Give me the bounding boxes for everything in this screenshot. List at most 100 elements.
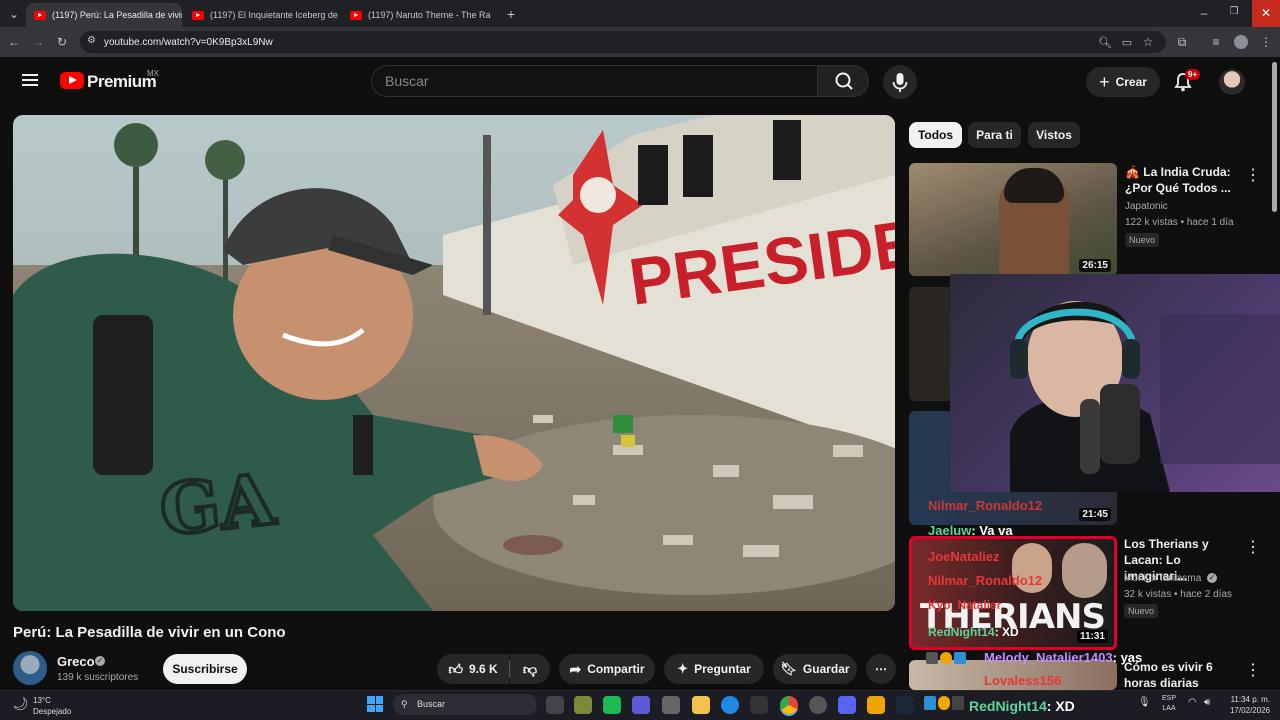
streamer-webcam bbox=[950, 274, 1280, 492]
channel-name[interactable]: Greco bbox=[57, 654, 95, 669]
site-info-icon[interactable]: ⚙ bbox=[87, 35, 96, 46]
rec-title[interactable]: 🎪 La India Cruda: ¿Por Qué Todos ... bbox=[1125, 164, 1237, 196]
chat-message: : yas bbox=[1112, 650, 1143, 665]
edge-icon[interactable] bbox=[721, 696, 739, 714]
account-avatar[interactable] bbox=[1219, 69, 1245, 95]
chrome-menu-icon[interactable]: ⋮ bbox=[1258, 35, 1274, 49]
discord-icon[interactable] bbox=[838, 696, 856, 714]
app-icon[interactable] bbox=[632, 696, 650, 714]
plus-icon: + bbox=[1099, 71, 1110, 92]
chat-username: Melody_Natalier1403 bbox=[984, 650, 1113, 665]
save-button[interactable]: 🔖︎ Guardar bbox=[773, 654, 857, 684]
file-explorer-icon[interactable] bbox=[692, 696, 710, 714]
system-clock[interactable]: 11:34 p. m. 17/02/2026 bbox=[1222, 694, 1270, 716]
search-input[interactable]: Buscar bbox=[371, 65, 817, 97]
zoom-icon[interactable]: 🔍︎ bbox=[1097, 36, 1113, 49]
page-scrollbar[interactable] bbox=[1272, 62, 1277, 212]
chat-username: Nilmar_Ronaldo12 bbox=[928, 573, 1043, 588]
thumbs-up-icon: 👍︎ bbox=[448, 660, 463, 677]
tab-search-icon[interactable]: ⌄ bbox=[6, 7, 22, 21]
like-button[interactable]: 👍︎ 9.6 K bbox=[437, 654, 509, 684]
new-tab-icon[interactable]: + bbox=[503, 6, 519, 22]
chat-message: : XD bbox=[994, 625, 1019, 639]
share-label: Compartir bbox=[587, 662, 645, 676]
close-window-icon[interactable]: ✕ bbox=[1252, 0, 1280, 27]
channel-avatar[interactable] bbox=[13, 651, 47, 685]
microphone-icon bbox=[892, 73, 908, 92]
app-icon[interactable] bbox=[750, 696, 768, 714]
search-icon: ⚲ bbox=[401, 699, 408, 709]
extensions-icon[interactable]: ⧉ bbox=[1174, 35, 1190, 50]
minimize-icon[interactable]: – bbox=[1196, 6, 1212, 20]
reading-list-icon[interactable]: ≡ bbox=[1208, 35, 1224, 49]
more-vert-icon[interactable]: ⋮ bbox=[1245, 660, 1261, 680]
rec-meta: 32 k vistas • hace 2 días bbox=[1124, 589, 1233, 600]
hamburger-menu-icon[interactable] bbox=[22, 74, 38, 76]
url-input[interactable]: ⚙ youtube.com/watch?v=0K9Bp3xL9Nw bbox=[80, 31, 1166, 53]
rec-channel[interactable]: Monitor fantasma bbox=[1124, 571, 1201, 586]
chat-badges bbox=[926, 652, 980, 664]
reload-icon[interactable]: ↻ bbox=[54, 35, 70, 49]
rec-channel[interactable]: Japatonic bbox=[1125, 199, 1168, 214]
ask-button[interactable]: ✦ Preguntar bbox=[664, 654, 764, 684]
chrome-taskbar-icon[interactable] bbox=[780, 696, 798, 714]
create-button[interactable]: + Crear bbox=[1086, 67, 1160, 97]
chat-username: JoeNataliez bbox=[928, 549, 1000, 564]
mic-tray-icon[interactable]: 🎙︎ bbox=[1138, 697, 1151, 708]
more-vert-icon[interactable]: ⋮ bbox=[1245, 165, 1261, 185]
task-view-icon[interactable] bbox=[546, 696, 564, 714]
weather-temp: 13°C bbox=[33, 696, 51, 705]
forward-icon[interactable]: → bbox=[30, 35, 46, 49]
taskbar-search[interactable]: ⚲ Buscar bbox=[393, 694, 537, 715]
wifi-icon[interactable]: ◠ bbox=[1188, 697, 1197, 708]
windows-start-icon[interactable] bbox=[367, 696, 383, 712]
verified-badge-icon: ✓ bbox=[1207, 573, 1217, 583]
chat-username: Nilmar_Ronaldo12 bbox=[928, 498, 1043, 513]
video-player[interactable]: PRESIDENT GA bbox=[13, 115, 895, 611]
verified-badge-icon: ✓ bbox=[95, 656, 105, 666]
volume-icon[interactable]: 🔊︎ bbox=[1204, 697, 1210, 708]
tab-label: (1197) El Inquietante Iceberg de bbox=[210, 10, 338, 20]
app-icon[interactable] bbox=[809, 696, 827, 714]
chip-todos[interactable]: Todos bbox=[909, 122, 962, 148]
bookmark-star-icon[interactable]: ☆ bbox=[1140, 35, 1156, 49]
weather-widget[interactable]: 13°C Despejado bbox=[33, 695, 71, 717]
tab-peru[interactable]: (1197) Perú: La Pesadilla de vivir ✕ bbox=[26, 3, 182, 27]
youtube-premium-logo[interactable]: Premium bbox=[87, 72, 157, 92]
more-actions-button[interactable]: ⋯ bbox=[866, 654, 896, 684]
sparkle-icon: ✦ bbox=[677, 661, 689, 676]
youtube-logo-icon[interactable] bbox=[60, 72, 84, 89]
rec-duration: 11:31 bbox=[1076, 630, 1108, 643]
store-icon[interactable] bbox=[662, 696, 680, 714]
chip-para-ti[interactable]: Para ti bbox=[968, 122, 1021, 148]
subscriber-count: 139 k suscriptores bbox=[57, 672, 139, 683]
steam-icon[interactable] bbox=[896, 696, 914, 714]
subscribe-button[interactable]: Suscribirse bbox=[163, 654, 247, 684]
restore-icon[interactable]: ❐ bbox=[1226, 6, 1242, 17]
chat-username: RedNight14 bbox=[969, 698, 1047, 714]
search-icon bbox=[835, 72, 853, 90]
app-icon[interactable] bbox=[867, 696, 885, 714]
chip-vistos[interactable]: Vistos bbox=[1028, 122, 1080, 148]
more-vert-icon[interactable]: ⋮ bbox=[1245, 537, 1261, 557]
keyboard-layout: LAA bbox=[1162, 705, 1176, 712]
language-indicator[interactable]: ESP LAA bbox=[1162, 694, 1176, 714]
weather-moon-icon[interactable]: 🌙︎ bbox=[12, 696, 29, 712]
search-button[interactable] bbox=[817, 65, 869, 97]
chat-line: RedNight14: XD bbox=[969, 698, 1075, 714]
tab-naruto[interactable]: (1197) Naruto Theme - The Ra ✕ bbox=[342, 3, 498, 27]
cast-icon[interactable]: ▭ bbox=[1119, 36, 1135, 49]
chat-message: : Va va bbox=[971, 523, 1013, 538]
share-button[interactable]: ➦ Compartir bbox=[559, 654, 655, 684]
dislike-button[interactable]: 👎︎ bbox=[510, 654, 550, 684]
app-icon[interactable] bbox=[574, 696, 592, 714]
hoodie-print-text: GA bbox=[156, 457, 280, 552]
back-icon[interactable]: ← bbox=[6, 35, 22, 49]
tab-iceberg[interactable]: (1197) El Inquietante Iceberg de ✕ bbox=[184, 3, 340, 27]
app-icon[interactable] bbox=[603, 696, 621, 714]
rec-thumbnail[interactable]: 26:15 bbox=[909, 163, 1117, 276]
close-tab-icon[interactable]: ✕ bbox=[497, 9, 498, 22]
voice-search-button[interactable] bbox=[883, 65, 917, 99]
url-text: youtube.com/watch?v=0K9Bp3xL9Nw bbox=[104, 36, 273, 48]
profile-avatar-icon[interactable] bbox=[1234, 35, 1248, 49]
